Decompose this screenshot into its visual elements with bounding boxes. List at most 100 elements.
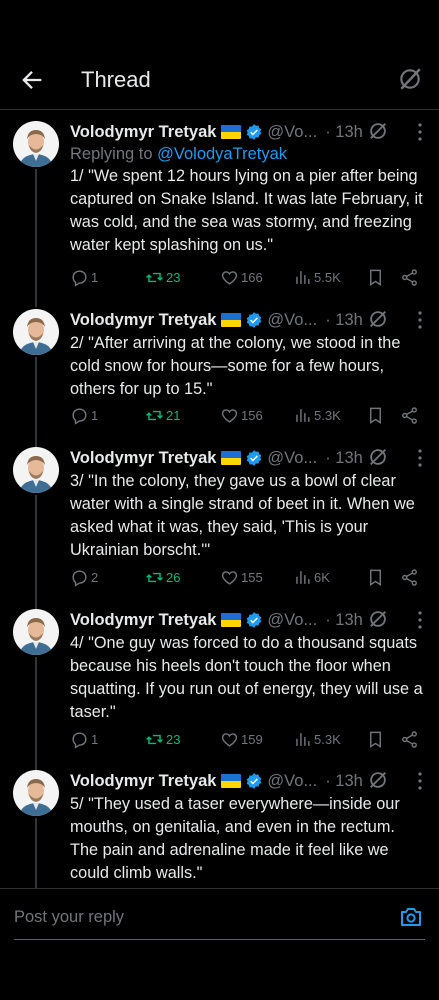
- views-count: 5.5K: [314, 270, 341, 285]
- avatar[interactable]: [13, 309, 59, 355]
- avatar[interactable]: [13, 770, 59, 816]
- verified-badge-icon: [247, 124, 262, 140]
- heart-icon: [221, 409, 238, 423]
- grok-icon[interactable]: [367, 446, 389, 468]
- reply-button[interactable]: 1: [70, 268, 98, 287]
- author-name[interactable]: Volodymyr Tretyak: [70, 123, 216, 142]
- thread-connector: [35, 495, 37, 609]
- tweet-text: 2/ "After arriving at the colony, we sto…: [70, 334, 401, 398]
- repost-icon: [146, 272, 163, 283]
- repost-button[interactable]: 21: [145, 406, 180, 425]
- repost-button[interactable]: 23: [145, 730, 180, 749]
- bookmark-icon[interactable]: [366, 730, 385, 749]
- repost-count: 23: [166, 732, 181, 747]
- reply-count: 1: [91, 408, 99, 423]
- share-icon[interactable]: [400, 406, 419, 425]
- tweet-actions: 1 23 166 5.5K: [70, 268, 426, 292]
- tweet-text: 1/ "We spent 12 hours lying on a pier af…: [70, 167, 423, 254]
- views-icon: [296, 409, 310, 422]
- repost-count: 23: [166, 270, 181, 285]
- grok-icon[interactable]: [367, 608, 389, 630]
- views-icon: [296, 271, 310, 284]
- heart-icon: [221, 271, 238, 285]
- replying-to-link[interactable]: @VolodyaTretyak: [157, 145, 287, 163]
- reply-button[interactable]: 2: [70, 568, 98, 587]
- avatar[interactable]: [13, 447, 59, 493]
- reply-icon: [72, 408, 87, 425]
- more-options-icon[interactable]: [410, 609, 430, 631]
- more-options-icon[interactable]: [410, 447, 430, 469]
- tweet-actions: 1 23 159 5.3K: [70, 730, 426, 754]
- grok-icon[interactable]: [397, 66, 423, 92]
- reply-input[interactable]: Post your reply: [14, 908, 124, 927]
- replying-to: Replying to @VolodyaTretyak: [70, 145, 288, 163]
- timestamp[interactable]: · 13h: [325, 611, 363, 630]
- tweet-text: 4/ "One guy was forced to do a thousand …: [70, 634, 423, 721]
- timestamp[interactable]: · 13h: [325, 311, 363, 330]
- views-button[interactable]: 5.5K: [293, 268, 341, 287]
- repost-icon: [146, 734, 163, 745]
- more-options-icon[interactable]: [410, 121, 430, 143]
- author-handle[interactable]: @Vo...: [267, 772, 317, 791]
- grok-icon[interactable]: [367, 769, 389, 791]
- bookmark-icon[interactable]: [366, 406, 385, 425]
- heart-icon: [221, 733, 238, 747]
- reply-count: 2: [91, 570, 99, 585]
- tweet-actions: 1 21 156 5.3K: [70, 406, 426, 430]
- reply-composer: Post your reply: [0, 888, 439, 948]
- reply-underline: [14, 939, 425, 940]
- thread-connector: [35, 657, 37, 771]
- avatar[interactable]: [13, 609, 59, 655]
- more-options-icon[interactable]: [410, 770, 430, 792]
- share-icon[interactable]: [400, 268, 419, 287]
- camera-icon[interactable]: [399, 905, 423, 929]
- verified-badge-icon: [247, 773, 262, 789]
- views-count: 5.3K: [314, 408, 341, 423]
- avatar[interactable]: [13, 121, 59, 167]
- ukraine-flag-icon: [221, 613, 242, 627]
- timestamp[interactable]: · 13h: [325, 772, 363, 791]
- author-handle[interactable]: @Vo...: [267, 611, 317, 630]
- author-name[interactable]: Volodymyr Tretyak: [70, 772, 216, 791]
- thread-connector: [35, 818, 37, 888]
- repost-button[interactable]: 26: [145, 568, 180, 587]
- timestamp[interactable]: · 13h: [325, 449, 363, 468]
- author-handle[interactable]: @Vo...: [267, 123, 317, 142]
- heart-icon: [221, 571, 238, 585]
- grok-icon[interactable]: [367, 308, 389, 330]
- views-button[interactable]: 6K: [293, 568, 330, 587]
- more-options-icon[interactable]: [410, 309, 430, 331]
- grok-icon[interactable]: [367, 120, 389, 142]
- reply-icon: [72, 270, 87, 287]
- verified-badge-icon: [247, 612, 262, 628]
- author-handle[interactable]: @Vo...: [267, 449, 317, 468]
- timestamp[interactable]: · 13h: [325, 123, 363, 142]
- views-icon: [296, 571, 310, 584]
- like-button[interactable]: 166: [220, 268, 263, 287]
- bookmark-icon[interactable]: [366, 568, 385, 587]
- views-button[interactable]: 5.3K: [293, 730, 341, 749]
- author-name[interactable]: Volodymyr Tretyak: [70, 611, 216, 630]
- verified-badge-icon: [247, 450, 262, 466]
- thread-connector: [35, 357, 37, 447]
- reply-icon: [72, 732, 87, 749]
- share-icon[interactable]: [400, 568, 419, 587]
- repost-button[interactable]: 23: [145, 268, 180, 287]
- like-count: 159: [241, 732, 263, 747]
- reply-button[interactable]: 1: [70, 406, 98, 425]
- reply-count: 1: [91, 732, 99, 747]
- like-button[interactable]: 156: [220, 406, 263, 425]
- views-button[interactable]: 5.3K: [293, 406, 341, 425]
- share-icon[interactable]: [400, 730, 419, 749]
- author-handle[interactable]: @Vo...: [267, 311, 317, 330]
- bookmark-icon[interactable]: [366, 268, 385, 287]
- like-count: 155: [241, 570, 263, 585]
- author-name[interactable]: Volodymyr Tretyak: [70, 449, 216, 468]
- like-button[interactable]: 155: [220, 568, 263, 587]
- back-arrow-icon[interactable]: [18, 66, 46, 94]
- repost-count: 21: [166, 408, 181, 423]
- author-name[interactable]: Volodymyr Tretyak: [70, 311, 216, 330]
- like-button[interactable]: 159: [220, 730, 263, 749]
- reply-button[interactable]: 1: [70, 730, 98, 749]
- repost-count: 26: [166, 570, 181, 585]
